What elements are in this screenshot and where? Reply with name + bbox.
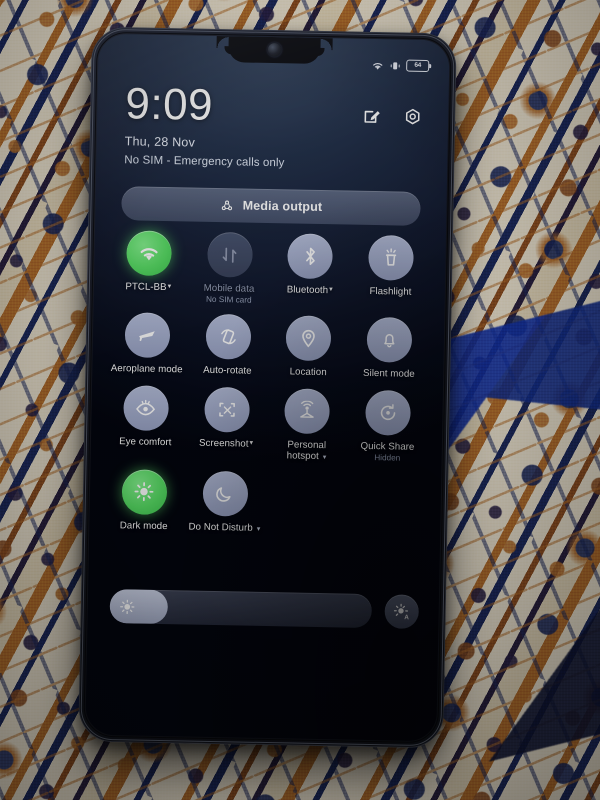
tile-flashlight[interactable]: Flashlight [350,234,432,309]
tile-location[interactable]: Location [268,315,350,379]
photo-scene: 64 9:09 Thu, 28 Nov No SIM - Emergency c… [0,0,600,800]
quick-settings-grid: PTCL-BB▾ Mobile data No SIM card Bluetoo… [103,230,432,537]
vibrate-icon [389,60,401,71]
brightness-slider[interactable] [109,589,373,629]
media-output-label: Media output [242,198,323,215]
tile-bluetooth[interactable]: Bluetooth▾ [269,233,351,307]
cast-icon [220,198,235,213]
location-pin-icon[interactable] [285,315,332,362]
flashlight-icon[interactable] [368,234,415,281]
phone-screen: 64 9:09 Thu, 28 Nov No SIM - Emergency c… [85,33,450,742]
tile-eye-comfort[interactable]: Eye comfort [105,385,187,460]
sun-icon[interactable] [121,468,168,515]
wifi-icon [371,59,384,70]
battery-icon: 64 [406,59,430,73]
tile-quick-share[interactable]: Quick Share Hidden [347,389,429,464]
tile-label: Personal hotspot ▾ [286,439,327,463]
svg-text:A: A [404,614,409,621]
tile-label: Silent mode [362,368,415,381]
quick-share-icon[interactable] [365,389,412,436]
moon-icon[interactable] [202,470,249,517]
bell-icon[interactable] [366,317,413,364]
tile-dark-mode[interactable]: Dark mode [103,468,185,533]
front-camera [267,42,281,57]
tile-label: Do Not Disturb ▾ [188,521,261,534]
tile-aeroplane-mode[interactable]: Aeroplane mode [106,312,188,376]
wifi-icon[interactable] [126,230,172,277]
tile-label: Mobile data [203,282,255,295]
chevron-down-icon[interactable]: ▾ [249,440,253,447]
tile-label: Quick Share [360,440,415,453]
clock: 9:09 [124,79,214,130]
tile-do-not-disturb[interactable]: Do Not Disturb ▾ [184,470,266,534]
mobile-data-icon[interactable] [206,231,253,278]
tile-label: Screenshot▾ [198,437,254,450]
tile-label: Bluetooth▾ [286,284,333,297]
auto-rotate-icon[interactable] [205,314,252,361]
tile-label: PTCL-BB▾ [125,281,172,294]
screenshot-icon[interactable] [203,386,250,433]
bluetooth-icon[interactable] [287,233,334,280]
auto-brightness-button[interactable]: A [384,594,420,629]
tile-auto-rotate[interactable]: Auto-rotate [187,314,269,378]
chevron-down-icon[interactable]: ▾ [329,286,333,293]
smartphone-device: 64 9:09 Thu, 28 Nov No SIM - Emergency c… [78,26,457,749]
tile-sublabel: Hidden [374,453,401,463]
hotspot-icon[interactable] [284,388,331,435]
gear-icon[interactable] [403,108,422,127]
auto-brightness-icon: A [393,602,411,621]
tile-silent-mode[interactable]: Silent mode [348,317,430,381]
tile-label: Dark mode [119,519,168,532]
quick-settings-header: 9:09 Thu, 28 Nov No SIM - Emergency call… [124,79,427,172]
tile-mobile-data[interactable]: Mobile data No SIM card [188,231,270,305]
tile-screenshot[interactable]: Screenshot▾ [185,386,267,461]
tile-label: Flashlight [369,285,412,298]
tile-label: Auto-rotate [203,365,252,378]
brightness-row: A [109,589,420,629]
media-output-button[interactable]: Media output [121,186,421,226]
eye-icon[interactable] [123,385,169,431]
brightness-icon [119,598,136,615]
tile-label: Aeroplane mode [110,363,183,376]
tile-label: Location [289,366,327,379]
tile-label: Eye comfort [119,436,172,449]
waterdrop-notch [227,36,321,64]
chevron-down-icon[interactable]: ▾ [323,454,327,461]
edit-icon[interactable] [362,107,381,126]
date-label: Thu, 28 Nov [124,134,196,150]
chevron-down-icon[interactable]: ▾ [168,283,172,290]
brightness-slider-fill [109,589,168,625]
sim-status-label: No SIM - Emergency calls only [124,154,285,170]
chevron-down-icon[interactable]: ▾ [257,526,261,533]
battery-level: 64 [414,61,422,69]
tile-sublabel: No SIM card [205,295,252,306]
aeroplane-icon[interactable] [124,312,171,359]
tile-personal-hotspot[interactable]: Personal hotspot ▾ [266,388,348,463]
tile-wifi[interactable]: PTCL-BB▾ [108,230,190,304]
